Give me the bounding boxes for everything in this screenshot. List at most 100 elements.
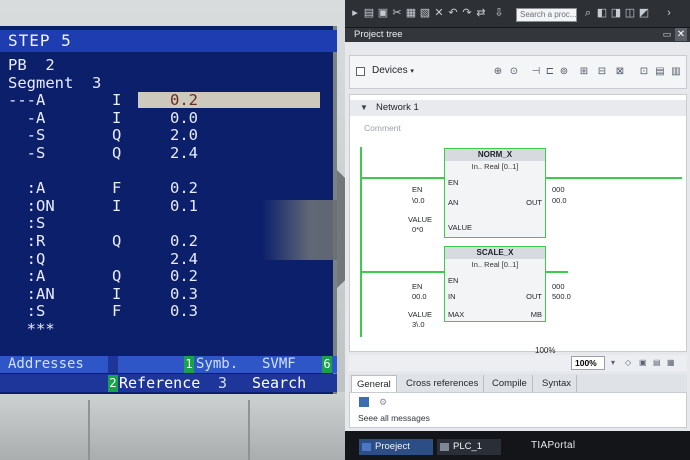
- fit-icon[interactable]: ◇: [625, 358, 634, 367]
- instruction: :S: [8, 214, 46, 233]
- collapse-network-icon[interactable]: ▼: [360, 100, 368, 116]
- network-header[interactable]: Network 1: [350, 100, 686, 116]
- see-all-messages-link[interactable]: Seee all messages: [358, 413, 430, 423]
- code-line[interactable]: -A I 0.0: [8, 109, 328, 127]
- tab-compile[interactable]: Compile: [487, 375, 533, 392]
- devices-checkbox[interactable]: [356, 67, 365, 76]
- run-icon[interactable]: ▸: [349, 7, 361, 19]
- save-messages-icon[interactable]: [359, 397, 369, 407]
- code-line[interactable]: PB 2: [8, 56, 328, 74]
- open-branch-icon[interactable]: ⊣: [530, 66, 542, 78]
- cursor-highlight: [138, 92, 320, 109]
- redo-icon[interactable]: ↷: [461, 7, 473, 19]
- zoom-select[interactable]: 100%: [571, 356, 605, 370]
- norm-out-value-1[interactable]: 000: [552, 185, 565, 194]
- print-icon[interactable]: ▣: [377, 7, 389, 19]
- code-line[interactable]: :S F 0.3: [8, 302, 328, 320]
- norm-input-wire: [360, 177, 444, 179]
- tab-syntax[interactable]: Syntax: [537, 375, 578, 392]
- cut-icon[interactable]: ✂: [391, 7, 403, 19]
- insert-network-icon[interactable]: ⊕: [492, 66, 504, 78]
- go-online-icon[interactable]: ◧: [596, 7, 608, 19]
- devices-bar: Devices ▾ ⊕ ⊙ ⊣ ⊏ ⊚ ⊞ ⊟ ⊠ ⊡ ▤ ▥: [349, 55, 687, 89]
- split-icon[interactable]: ▣: [639, 358, 648, 367]
- symb-key[interactable]: Symb.: [196, 356, 238, 373]
- compile-icon[interactable]: ⇄: [475, 7, 487, 19]
- devices-dropdown[interactable]: Devices ▾: [372, 64, 414, 79]
- tree-view-icon[interactable]: ⊡: [638, 66, 650, 78]
- pin-icon[interactable]: ▭: [662, 28, 672, 41]
- list-view-icon[interactable]: ▤: [654, 66, 666, 78]
- network-comment[interactable]: Comment: [364, 121, 686, 135]
- code-line[interactable]: ---A I 0.2: [8, 91, 328, 109]
- code-line[interactable]: -S Q 2.4: [8, 144, 328, 162]
- go-offline-icon[interactable]: ◨: [610, 7, 622, 19]
- zoom-icon[interactable]: ▾: [611, 358, 620, 367]
- reference-key[interactable]: Reference: [119, 374, 200, 392]
- instruction: :ON: [8, 196, 55, 215]
- desk-surface: [0, 392, 345, 460]
- instruction: Segment 3: [8, 73, 102, 92]
- norm-operand-value[interactable]: 0*0: [412, 225, 423, 234]
- diagnostics-icon[interactable]: ◩: [638, 7, 650, 19]
- empty-box-icon[interactable]: ⊙: [508, 66, 520, 78]
- copy-icon[interactable]: ▦: [405, 7, 417, 19]
- layout-icon[interactable]: ▤: [653, 358, 662, 367]
- norm-x-type[interactable]: In.. Real [0..1]: [445, 162, 545, 171]
- operand-type: Q: [112, 144, 122, 162]
- operand-type: I: [112, 284, 122, 303]
- norm-out-value-2[interactable]: 00.0: [552, 196, 567, 205]
- norm-operand-en[interactable]: EN: [412, 185, 422, 194]
- addresses-key[interactable]: Addresses: [8, 356, 84, 373]
- scale-operand-value-label[interactable]: VALUE: [408, 310, 432, 319]
- scale-operand-value[interactable]: 3\.0: [412, 320, 425, 329]
- search-input[interactable]: Search a proc...: [516, 8, 577, 22]
- overview-icon[interactable]: ▦: [667, 358, 676, 367]
- scale-operand-en[interactable]: EN: [412, 282, 422, 291]
- search-key[interactable]: Search: [252, 374, 306, 392]
- instruction: -S: [8, 144, 46, 162]
- filter-icon[interactable]: ⚙: [379, 397, 389, 407]
- instruction: :AN: [8, 284, 55, 303]
- norm-operand-value-label[interactable]: VALUE: [408, 215, 432, 224]
- expand-icon[interactable]: ⊠: [614, 66, 626, 78]
- inspector-tabs: General Cross references Compile Syntax: [349, 374, 687, 392]
- download-icon[interactable]: ⇩: [493, 7, 505, 19]
- plc-task-button[interactable]: PLC_1: [437, 439, 501, 455]
- paste-icon[interactable]: ▧: [419, 7, 431, 19]
- norm-x-block[interactable]: NORM_X In.. Real [0..1] EN AN VALUE OUT: [444, 148, 546, 238]
- screenshot: STEP 5 PB 2 Segment 3 ---A I 0.2 -A I 0.0 -S Q 2…: [0, 0, 690, 460]
- contact-icon[interactable]: ⊞: [578, 66, 590, 78]
- search-icon[interactable]: ⌕: [582, 7, 594, 19]
- code-line[interactable]: Segment 3: [8, 74, 328, 92]
- svmf-key[interactable]: SVMF: [262, 356, 296, 373]
- scale-x-block[interactable]: SCALE_X In.. Real [0..1] EN IN MAX OUT M…: [444, 246, 546, 322]
- save-icon[interactable]: ▤: [363, 7, 375, 19]
- scale-out-value-1[interactable]: 000: [552, 282, 565, 291]
- inspector-panel: ⚙ Seee all messages: [349, 392, 687, 428]
- connect-icon[interactable]: ⊚: [558, 66, 570, 78]
- operand-type: F: [112, 302, 122, 321]
- delete-icon[interactable]: ✕: [433, 7, 445, 19]
- ladder-editor[interactable]: Network 1 ▼ Comment NORM_X In.. Real [0.…: [349, 94, 687, 352]
- close-icon[interactable]: ✕: [675, 28, 687, 41]
- detail-view-icon[interactable]: ▥: [670, 66, 682, 78]
- norm-operand-in[interactable]: \0.0: [412, 196, 425, 205]
- tab-cross-references[interactable]: Cross references: [401, 375, 485, 392]
- project-task-button[interactable]: Proeject: [359, 439, 433, 455]
- monitor-icon[interactable]: ◫: [624, 7, 636, 19]
- coil-icon[interactable]: ⊟: [596, 66, 608, 78]
- norm-pin-out: OUT: [526, 198, 542, 207]
- code-line[interactable]: -S Q 2.0: [8, 126, 328, 144]
- undo-icon[interactable]: ↶: [447, 7, 459, 19]
- scale-pin-out: OUT: [526, 292, 542, 301]
- code-line[interactable]: ***: [8, 320, 328, 338]
- operand-address: 0.3: [170, 284, 198, 303]
- scale-out-value-2[interactable]: 500.0: [552, 292, 571, 301]
- power-rail: [360, 147, 362, 337]
- scale-x-type[interactable]: In.. Real [0..1]: [445, 260, 545, 269]
- close-branch-icon[interactable]: ⊏: [544, 66, 556, 78]
- tab-general[interactable]: General: [351, 375, 397, 392]
- chevron-right-icon[interactable]: ›: [663, 7, 675, 19]
- scale-operand-in[interactable]: 00.0: [412, 292, 427, 301]
